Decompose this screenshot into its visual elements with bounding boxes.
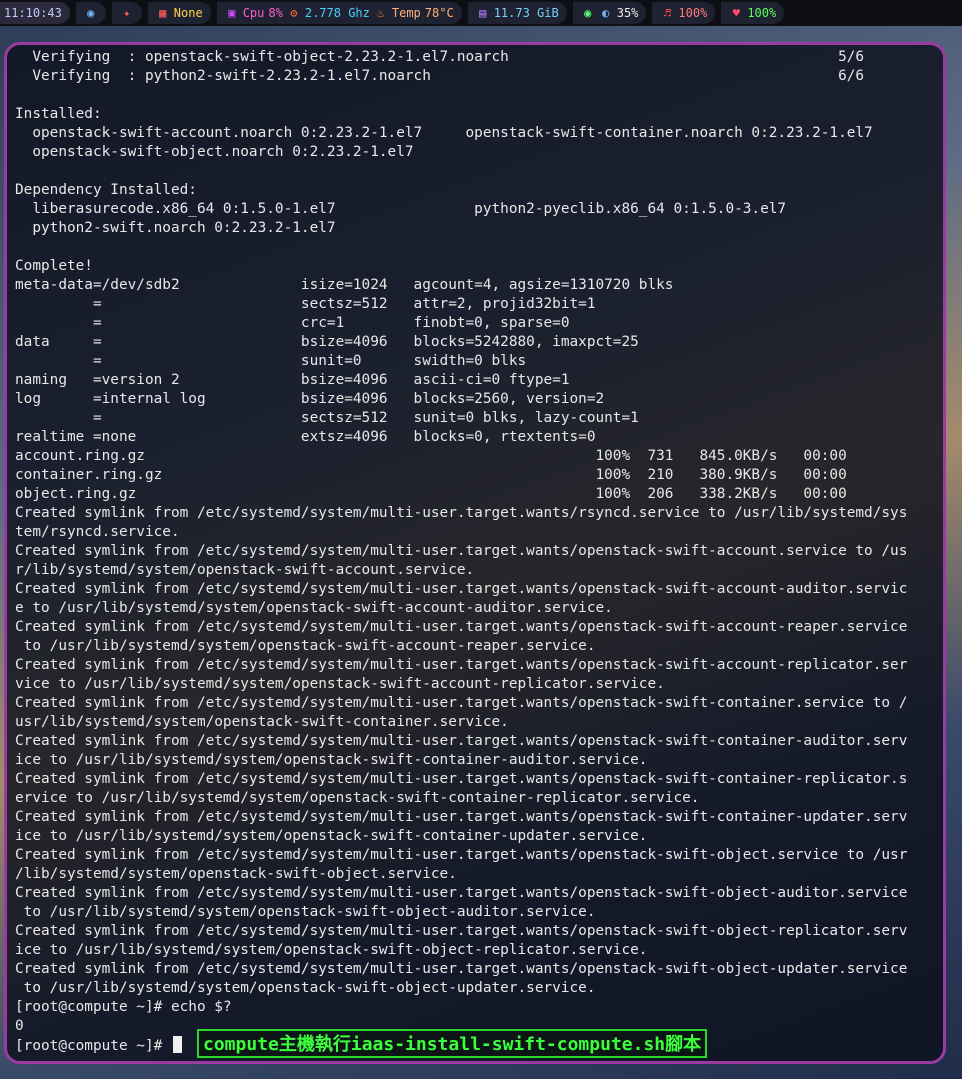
memory-widget[interactable]: ▤ 11.73 GiB	[467, 2, 567, 24]
terminal-line: Created symlink from /etc/systemd/system…	[15, 619, 908, 635]
terminal-line: ice to /usr/lib/systemd/system/openstack…	[15, 828, 648, 844]
terminal-line: meta-data=/dev/sdb2 isize=1024 agcount=4…	[15, 277, 674, 293]
terminal-line: log =internal log bsize=4096 blocks=2560…	[15, 391, 605, 407]
terminal-line: ervice to /usr/lib/systemd/system/openst…	[15, 790, 700, 806]
terminal-line: r/lib/systemd/system/openstack-swift-acc…	[15, 562, 475, 578]
terminal-line: Created symlink from /etc/systemd/system…	[15, 733, 908, 749]
terminal-window[interactable]: Verifying : openstack-swift-object-2.23.…	[4, 42, 946, 1064]
terminal-line: data = bsize=4096 blocks=5242880, imaxpc…	[15, 334, 639, 350]
terminal-line: Created symlink from /etc/systemd/system…	[15, 543, 908, 559]
heart-icon: ♥	[732, 6, 740, 20]
terminal-line: = sunit=0 swidth=0 blks	[15, 353, 527, 369]
memory-value: 11.73 GiB	[493, 6, 559, 20]
terminal-line: openstack-swift-object.noarch 0:2.23.2-1…	[15, 144, 414, 160]
terminal-line: Verifying : openstack-swift-object-2.23.…	[15, 49, 865, 65]
terminal-output: Verifying : openstack-swift-object-2.23.…	[15, 48, 941, 1036]
temp-label: Temp	[391, 6, 421, 20]
terminal-line: Created symlink from /etc/systemd/system…	[15, 505, 908, 521]
terminal-line: Created symlink from /etc/systemd/system…	[15, 581, 908, 597]
cpu-freq: 2.778 Ghz	[304, 6, 370, 20]
thermometer-icon: ♨	[377, 6, 385, 20]
terminal-line: to /usr/lib/systemd/system/openstack-swi…	[15, 638, 596, 654]
terminal-line: to /usr/lib/systemd/system/openstack-swi…	[15, 904, 596, 920]
speaker-icon: ♬	[663, 6, 672, 20]
ghost-widget[interactable]: ◉	[75, 2, 106, 24]
network-widget[interactable]: ▦ None	[147, 2, 211, 24]
terminal-line: Installed:	[15, 106, 102, 122]
brightness-value: 35%	[616, 6, 639, 20]
terminal-line: Dependency Installed:	[15, 182, 197, 198]
volume-value: 100%	[678, 6, 708, 20]
battery-widget[interactable]: ♥ 100%	[721, 2, 785, 24]
terminal-line: ice to /usr/lib/systemd/system/openstack…	[15, 942, 648, 958]
eye-icon: ◉	[584, 6, 592, 20]
terminal-line: openstack-swift-account.noarch 0:2.23.2-…	[15, 125, 873, 141]
temp-value: 78°C	[424, 6, 454, 20]
cpu-label: Cpu	[242, 6, 265, 20]
terminal-line: = crc=1 finobt=0, sparse=0	[15, 315, 570, 331]
terminal-line: tem/rsyncd.service.	[15, 524, 180, 540]
cpu-widget[interactable]: ▣ Cpu 8% ⚙ 2.778 Ghz ♨ Temp 78°C	[216, 2, 462, 24]
sparkle-widget[interactable]: ✦	[111, 2, 142, 24]
terminal-line: object.ring.gz 100% 206 338.2KB/s 00:00	[15, 486, 847, 502]
terminal-line: ice to /usr/lib/systemd/system/openstack…	[15, 752, 648, 768]
text-cursor	[172, 1036, 182, 1053]
terminal-line: python2-swift.noarch 0:2.23.2-1.el7	[15, 220, 336, 236]
prompt-text: [root@compute ~]#	[15, 1038, 171, 1054]
memory-icon: ▤	[479, 6, 487, 20]
annotation-box: compute主機執行iaas-install-swift-compute.sh…	[197, 1029, 708, 1058]
brightness-icon: ◐	[602, 6, 610, 20]
briefcase-icon: ▦	[159, 6, 167, 20]
terminal-line: naming =version 2 bsize=4096 ascii-ci=0 …	[15, 372, 570, 388]
terminal-line: account.ring.gz 100% 731 845.0KB/s 00:00	[15, 448, 847, 464]
clock-widget: 11:10:43	[0, 2, 70, 24]
terminal-line: usr/lib/systemd/system/openstack-swift-c…	[15, 714, 509, 730]
terminal-line: realtime =none extsz=4096 blocks=0, rtex…	[15, 429, 596, 445]
network-label: None	[173, 6, 203, 20]
clock-text: 11:10:43	[4, 6, 62, 20]
terminal-line: [root@compute ~]# echo $?	[15, 999, 232, 1015]
terminal-line: Complete!	[15, 258, 93, 274]
status-bar: 11:10:43 ◉ ✦ ▦ None ▣ Cpu 8% ⚙ 2.778 Ghz…	[0, 0, 962, 26]
terminal-line: Created symlink from /etc/systemd/system…	[15, 923, 908, 939]
terminal-line: Verifying : python2-swift-2.23.2-1.el7.n…	[15, 68, 865, 84]
terminal-line: e to /usr/lib/systemd/system/openstack-s…	[15, 600, 613, 616]
sparkle-icon: ✦	[123, 6, 131, 20]
prompt-line[interactable]: [root@compute ~]#	[15, 1036, 182, 1055]
gear-icon: ⚙	[290, 6, 298, 20]
terminal-line: = sectsz=512 sunit=0 blks, lazy-count=1	[15, 410, 639, 426]
ghost-icon: ◉	[87, 6, 95, 20]
terminal-line: /lib/systemd/system/openstack-swift-obje…	[15, 866, 457, 882]
terminal-line: = sectsz=512 attr=2, projid32bit=1	[15, 296, 596, 312]
terminal-line: Created symlink from /etc/systemd/system…	[15, 695, 908, 711]
terminal-line: Created symlink from /etc/systemd/system…	[15, 657, 908, 673]
brightness-widget[interactable]: ◉ ◐ 35%	[572, 2, 647, 24]
cpu-percent: 8%	[268, 6, 283, 20]
battery-value: 100%	[747, 6, 777, 20]
terminal-line: container.ring.gz 100% 210 380.9KB/s 00:…	[15, 467, 847, 483]
volume-widget[interactable]: ♬ 100%	[652, 2, 716, 24]
terminal-line: Created symlink from /etc/systemd/system…	[15, 847, 908, 863]
terminal-line: vice to /usr/lib/systemd/system/openstac…	[15, 676, 665, 692]
terminal-line: Created symlink from /etc/systemd/system…	[15, 771, 908, 787]
terminal-line: Created symlink from /etc/systemd/system…	[15, 885, 908, 901]
terminal-line: to /usr/lib/systemd/system/openstack-swi…	[15, 980, 596, 996]
terminal-line: liberasurecode.x86_64 0:1.5.0-1.el7 pyth…	[15, 201, 787, 217]
terminal-line: Created symlink from /etc/systemd/system…	[15, 809, 908, 825]
cpu-icon: ▣	[228, 6, 236, 20]
terminal-line: Created symlink from /etc/systemd/system…	[15, 961, 908, 977]
